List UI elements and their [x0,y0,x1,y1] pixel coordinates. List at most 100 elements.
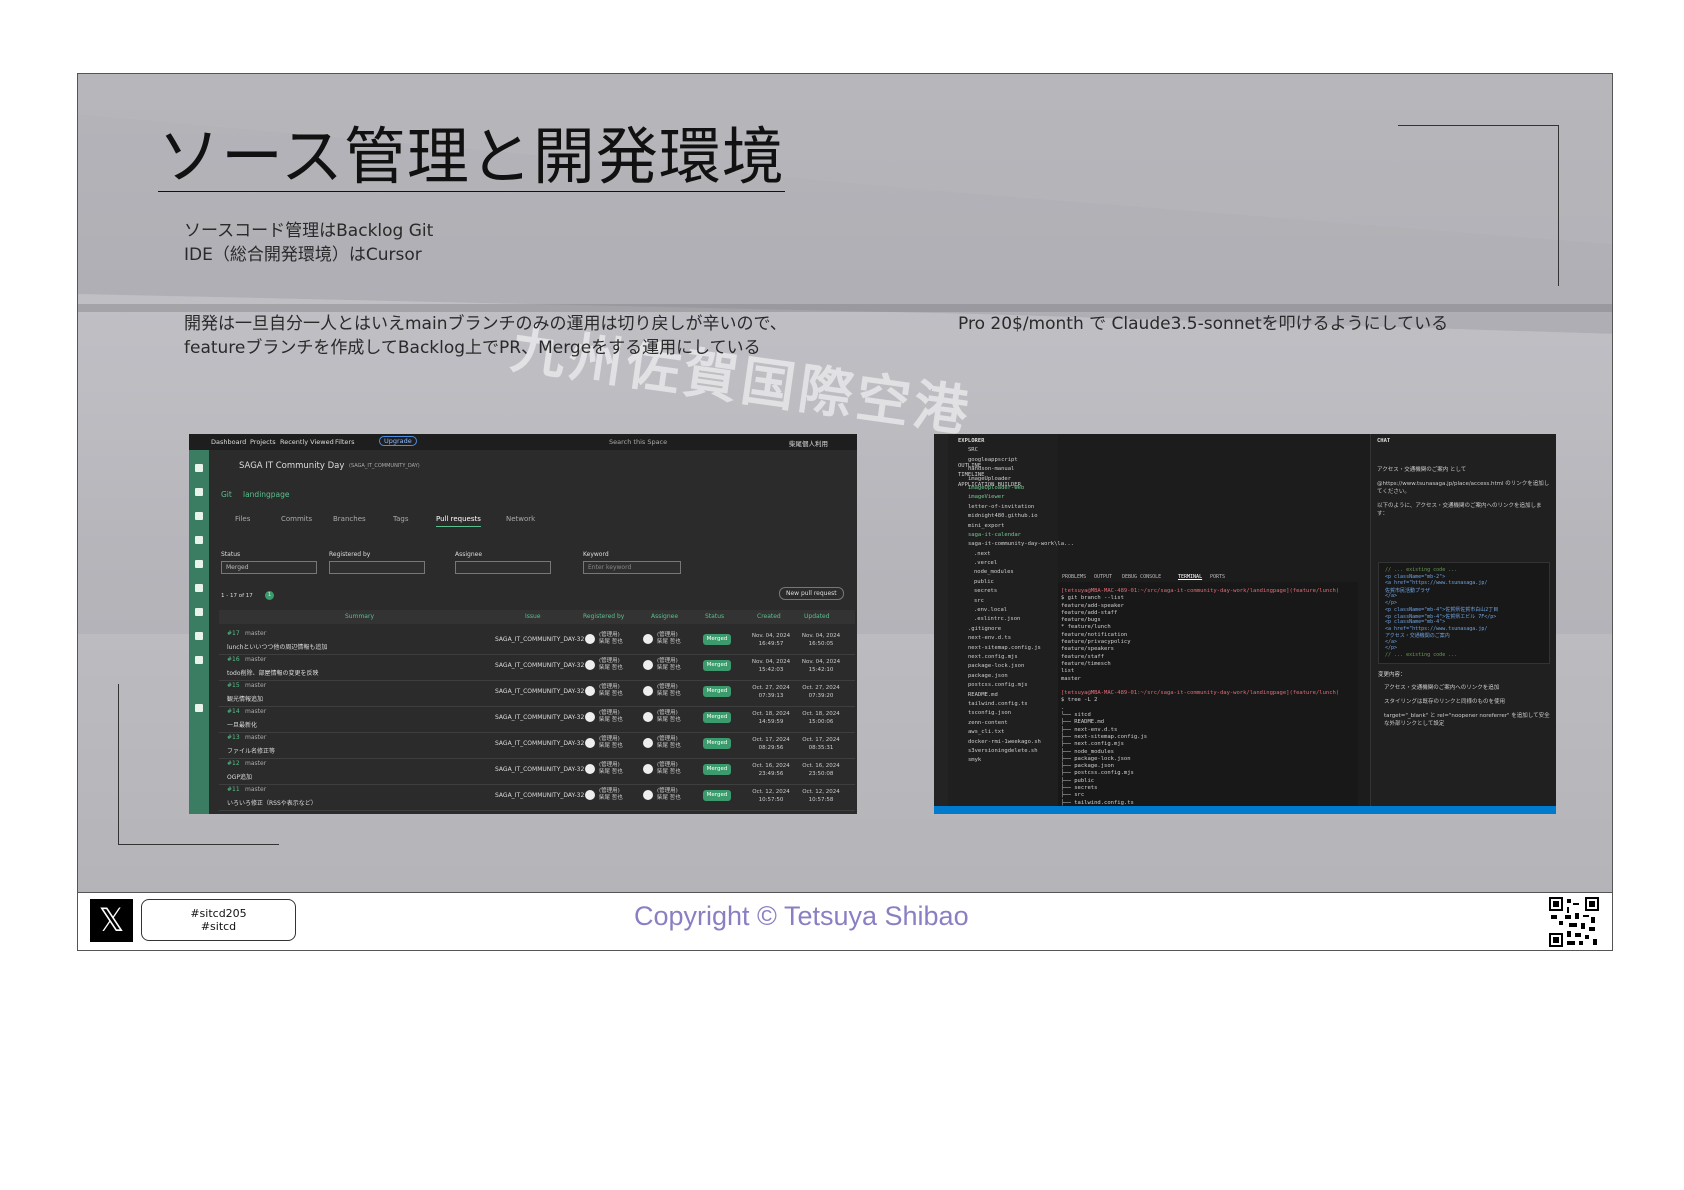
pr-id[interactable]: #11 [227,786,240,793]
nav-dashboard[interactable]: Dashboard [211,438,246,446]
tree-item[interactable]: .eslintrc.json [958,616,1058,625]
pr-issue[interactable]: SAGA_IT_COMMUNITY_DAY-32 [495,714,584,721]
column-status[interactable]: Status [705,613,724,620]
tree-item[interactable]: mini_export [958,523,1058,532]
assignee-filter-select[interactable] [455,561,551,574]
tab-network[interactable]: Network [506,515,535,523]
tree-item[interactable]: next.config.mjs [958,654,1058,663]
tree-item[interactable]: letter-of-invitation [958,504,1058,513]
pr-summary[interactable]: いろいろ修正（RSSや表示など） [227,798,317,807]
pr-id[interactable]: #16 [227,656,240,663]
pr-id[interactable]: #17 [227,630,240,637]
pr-issue[interactable]: SAGA_IT_COMMUNITY_DAY-32 [495,688,584,695]
column-issue[interactable]: Issue [525,613,541,620]
tree-item[interactable]: aws_cli.txt [958,729,1058,738]
tab-problems[interactable]: PROBLEMS [1062,574,1086,580]
upgrade-button[interactable]: Upgrade [379,436,417,446]
pr-id[interactable]: #14 [227,708,240,715]
tree-item[interactable]: SRC [958,447,1058,456]
wiki-icon[interactable] [195,632,203,640]
pr-id[interactable]: #13 [227,734,240,741]
status-filter-select[interactable]: Merged [221,561,317,574]
tree-item[interactable]: tailwind.config.ts [958,701,1058,710]
tree-item[interactable]: public [958,579,1058,588]
tree-item[interactable]: node_modules [958,569,1058,578]
table-row[interactable]: #16 master todo削除、部屋情報の変更を反映 SAGA_IT_COMMUN… [219,652,855,681]
tab-tags[interactable]: Tags [393,515,409,523]
pr-id[interactable]: #15 [227,682,240,689]
column-updated[interactable]: Updated [804,613,830,620]
home-icon[interactable] [195,488,203,496]
table-row[interactable]: #14 master 一旦最新化 SAGA_IT_COMMUNITY_DAY-32 (管… [219,704,855,733]
tree-item[interactable]: .gitignore [958,626,1058,635]
tree-item[interactable]: next-env.d.ts [958,635,1058,644]
registered-filter-select[interactable] [329,561,425,574]
pr-summary[interactable]: lunchといいつつ他の周辺情報も追加 [227,642,327,651]
breadcrumb-git[interactable]: Git [221,490,232,499]
tree-item[interactable]: .vercel [958,560,1058,569]
tree-item[interactable]: docker-rmi-1weekago.sh [958,739,1058,748]
file-icon[interactable] [195,608,203,616]
breadcrumb-repo[interactable]: landingpage [243,490,290,499]
search-input[interactable]: Search this Space [609,438,667,446]
tab-pull-requests[interactable]: Pull requests [436,515,481,527]
gear-icon[interactable] [195,704,203,712]
tree-item[interactable]: .env.local [958,607,1058,616]
menu-icon[interactable] [195,464,203,472]
pr-id[interactable]: #12 [227,760,240,767]
git-icon[interactable] [195,656,203,664]
tree-item[interactable]: tsconfig.json [958,710,1058,719]
pr-issue[interactable]: SAGA_IT_COMMUNITY_DAY-32 [495,792,584,799]
tree-item[interactable]: midnight480.github.io [958,513,1058,522]
tab-commits[interactable]: Commits [281,515,312,523]
tab-output[interactable]: OUTPUT [1094,574,1112,580]
tab-branches[interactable]: Branches [333,515,366,523]
tree-item[interactable]: secrets [958,588,1058,597]
tree-item[interactable]: saga-it-community-day-work\la... [958,541,1074,550]
tree-item[interactable]: next-sitemap.config.js [958,645,1058,654]
tab-terminal[interactable]: TERMINAL [1178,574,1202,580]
tree-item[interactable]: imageViewer [958,494,1058,503]
add-icon[interactable] [195,512,203,520]
tree-item[interactable]: package.json [958,673,1058,682]
pr-summary[interactable]: todo削除、部屋情報の変更を反映 [227,668,319,677]
column-summary[interactable]: Summary [345,613,374,620]
column-registered[interactable]: Registered by [583,613,624,620]
list-icon[interactable] [195,536,203,544]
qr-code-icon[interactable] [1549,897,1599,947]
tree-item[interactable]: README.md [958,692,1058,701]
pr-summary[interactable]: ファイル名修正等 [227,746,275,755]
pr-summary[interactable]: 観光情報追加 [227,694,263,703]
pr-issue[interactable]: SAGA_IT_COMMUNITY_DAY-32 [495,662,584,669]
table-row[interactable]: #11 master いろいろ修正（RSSや表示など） SAGA_IT_COMMUNI… [219,782,855,811]
tree-item[interactable]: package-lock.json [958,663,1058,672]
board-icon[interactable] [195,560,203,568]
nav-filters[interactable]: Filters [335,438,354,446]
tree-item[interactable]: saga-it-calendar [958,532,1058,541]
tree-item[interactable]: src [958,598,1058,607]
table-row[interactable]: #12 master OGP追加 SAGA_IT_COMMUNITY_DAY-32 (管… [219,756,855,785]
table-row[interactable]: #17 master lunchといいつつ他の周辺情報も追加 SAGA_IT_COMM… [219,626,855,655]
tree-item[interactable]: .next [958,551,1058,560]
pr-issue[interactable]: SAGA_IT_COMMUNITY_DAY-32 [495,740,584,747]
tree-item[interactable]: smyk [958,757,1058,766]
x-logo-icon[interactable]: 𝕏 [90,899,133,942]
new-pull-request-button[interactable]: New pull request [779,587,844,600]
tab-files[interactable]: Files [235,515,250,523]
tree-item[interactable]: postcss.config.mjs [958,682,1058,691]
pr-issue[interactable]: SAGA_IT_COMMUNITY_DAY-32 [495,636,584,643]
nav-projects[interactable]: Projects [250,438,276,446]
table-row[interactable]: #13 master ファイル名修正等 SAGA_IT_COMMUNITY_DAY-3… [219,730,855,759]
tree-item[interactable]: s3versioningdelete.sh [958,748,1058,757]
pr-summary[interactable]: OGP追加 [227,772,252,781]
pr-issue[interactable]: SAGA_IT_COMMUNITY_DAY-32 [495,766,584,773]
table-row[interactable]: #15 master 観光情報追加 SAGA_IT_COMMUNITY_DAY-32 (… [219,678,855,707]
nav-recently-viewed[interactable]: Recently Viewed [280,438,334,446]
tab-ports[interactable]: PORTS [1210,574,1225,580]
tab-debug-console[interactable]: DEBUG CONSOLE [1122,574,1161,580]
column-assignee[interactable]: Assignee [651,613,678,620]
doc-icon[interactable] [195,584,203,592]
keyword-input[interactable]: Enter keyword [583,561,681,574]
pr-summary[interactable]: 一旦最新化 [227,720,257,729]
tree-item[interactable]: zenn-content [958,720,1058,729]
